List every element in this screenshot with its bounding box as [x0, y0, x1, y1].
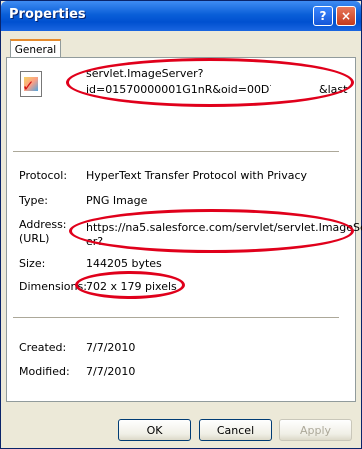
address-label: Address: — [19, 218, 67, 231]
type-label: Type: — [19, 194, 48, 207]
divider — [13, 151, 339, 152]
apply-button[interactable]: Apply — [279, 419, 352, 441]
cancel-button[interactable]: Cancel — [199, 419, 272, 441]
help-icon[interactable]: ? — [313, 6, 333, 26]
size-value: 144205 bytes — [86, 257, 162, 270]
ok-button[interactable]: OK — [118, 419, 191, 441]
modified-label: Modified: — [19, 365, 70, 378]
annotation-oval-dimensions — [75, 271, 185, 299]
address-label-url: (URL) — [19, 232, 50, 245]
close-icon[interactable]: × — [336, 6, 356, 26]
type-value: PNG Image — [86, 194, 148, 207]
tab-general[interactable]: General — [10, 39, 61, 58]
created-value: 7/7/2010 — [86, 341, 136, 354]
annotation-oval-filename — [66, 58, 354, 107]
protocol-label: Protocol: — [19, 169, 68, 182]
divider — [13, 317, 339, 318]
size-label: Size: — [19, 257, 46, 270]
protocol-value: HyperText Transfer Protocol with Privacy — [86, 169, 308, 182]
created-label: Created: — [19, 341, 67, 354]
modified-value: 7/7/2010 — [86, 365, 136, 378]
annotation-oval-address — [69, 209, 354, 253]
window-title: Properties — [9, 7, 86, 22]
image-file-icon: ✓ — [20, 71, 42, 97]
properties-dialog: Properties ? × General ✓ servlet.ImageSe… — [0, 0, 362, 449]
title-bar[interactable]: Properties ? × — [1, 1, 361, 31]
